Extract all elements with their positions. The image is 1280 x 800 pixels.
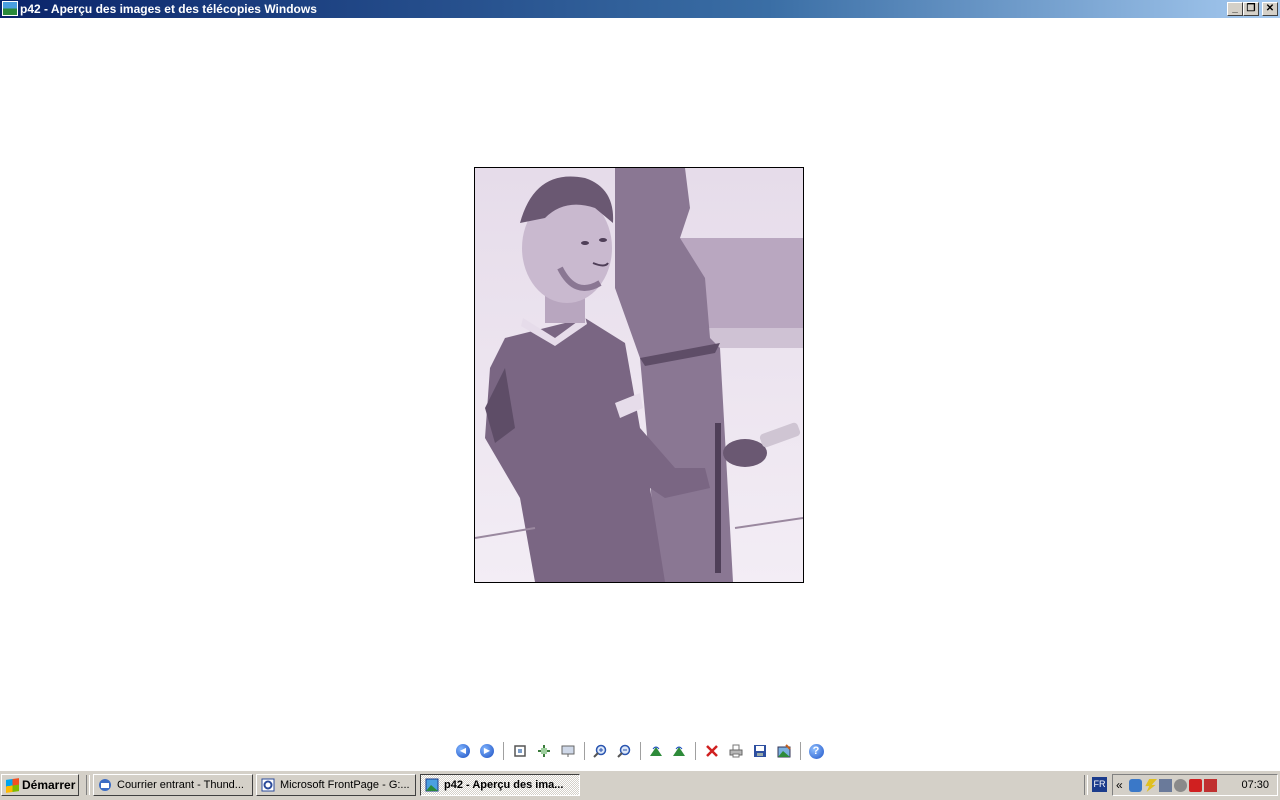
taskbar-grip: [1084, 775, 1088, 795]
window-title: p42 - Aperçu des images et des télécopie…: [20, 2, 317, 16]
help-button[interactable]: ?: [807, 742, 825, 760]
thunderbird-icon: [99, 779, 111, 791]
drive-icon[interactable]: [1159, 779, 1172, 792]
print-icon: [729, 744, 743, 758]
volume-icon[interactable]: [1174, 779, 1187, 792]
best-fit-icon: [514, 745, 526, 757]
taskbar-grip: [86, 775, 90, 795]
rotate-ccw-icon: [673, 746, 685, 756]
prev-circle-icon: ◀: [456, 744, 470, 758]
taskbar: Démarrer Courrier entrant - Thund... Mic…: [0, 770, 1280, 800]
rotate-clockwise-button[interactable]: [647, 742, 665, 760]
delete-button[interactable]: [703, 742, 721, 760]
start-button[interactable]: Démarrer: [1, 774, 79, 796]
save-copy-button[interactable]: [751, 742, 769, 760]
open-for-editing-button[interactable]: [775, 742, 793, 760]
print-button[interactable]: [727, 742, 745, 760]
rotate-counterclockwise-button[interactable]: [670, 742, 688, 760]
toolbar-separator: [640, 742, 642, 760]
network-icon[interactable]: [1129, 779, 1142, 792]
title-bar: p42 - Aperçu des images et des télécopie…: [0, 0, 1280, 18]
actual-size-icon: [538, 745, 550, 757]
start-label: Démarrer: [22, 778, 76, 792]
delete-icon: [706, 745, 718, 757]
security-alert-icon[interactable]: [1204, 779, 1217, 792]
save-icon: [754, 745, 766, 757]
zoom-in-icon: [593, 744, 607, 758]
toolbar-separator: [584, 742, 586, 760]
next-image-button[interactable]: ▶: [478, 742, 496, 760]
image-viewer-area: [0, 18, 1280, 770]
restore-button[interactable]: ❐: [1243, 2, 1259, 16]
next-circle-icon: ▶: [480, 744, 494, 758]
language-indicator[interactable]: FR: [1092, 777, 1107, 792]
image-viewer-icon: [425, 778, 439, 792]
viewer-toolbar: ◀ ▶ ?: [0, 740, 1280, 762]
task-thunderbird[interactable]: Courrier entrant - Thund...: [93, 774, 253, 796]
clock[interactable]: 07:30: [1241, 779, 1269, 791]
task-label: Microsoft FrontPage - G:...: [280, 779, 410, 791]
task-frontpage[interactable]: Microsoft FrontPage - G:...: [256, 774, 416, 796]
system-tray: « 07:30: [1112, 774, 1278, 796]
power-icon[interactable]: [1145, 779, 1157, 792]
toolbar-separator: [695, 742, 697, 760]
tray-expand-button[interactable]: «: [1116, 778, 1123, 792]
zoom-in-button[interactable]: [591, 742, 609, 760]
task-image-viewer[interactable]: p42 - Aperçu des ima...: [420, 774, 580, 796]
edit-image-icon: [777, 744, 791, 758]
frontpage-icon: [261, 778, 275, 792]
best-fit-button[interactable]: [511, 742, 529, 760]
displayed-photo: [474, 167, 804, 583]
task-label: p42 - Aperçu des ima...: [444, 779, 564, 791]
toolbar-separator: [800, 742, 802, 760]
slideshow-icon: [561, 745, 575, 757]
previous-image-button[interactable]: ◀: [454, 742, 472, 760]
close-button[interactable]: ✕: [1262, 2, 1278, 16]
help-icon: ?: [808, 743, 824, 759]
toolbar-separator: [503, 742, 505, 760]
slideshow-button[interactable]: [559, 742, 577, 760]
actual-size-button[interactable]: [535, 742, 553, 760]
zoom-out-button[interactable]: [615, 742, 633, 760]
minimize-button[interactable]: _: [1227, 2, 1243, 16]
antivirus-icon[interactable]: [1189, 779, 1202, 792]
zoom-out-icon: [617, 744, 631, 758]
rotate-cw-icon: [650, 746, 662, 756]
image-viewer-icon: [2, 1, 18, 16]
windows-logo-icon: [6, 778, 19, 793]
task-label: Courrier entrant - Thund...: [117, 779, 244, 791]
